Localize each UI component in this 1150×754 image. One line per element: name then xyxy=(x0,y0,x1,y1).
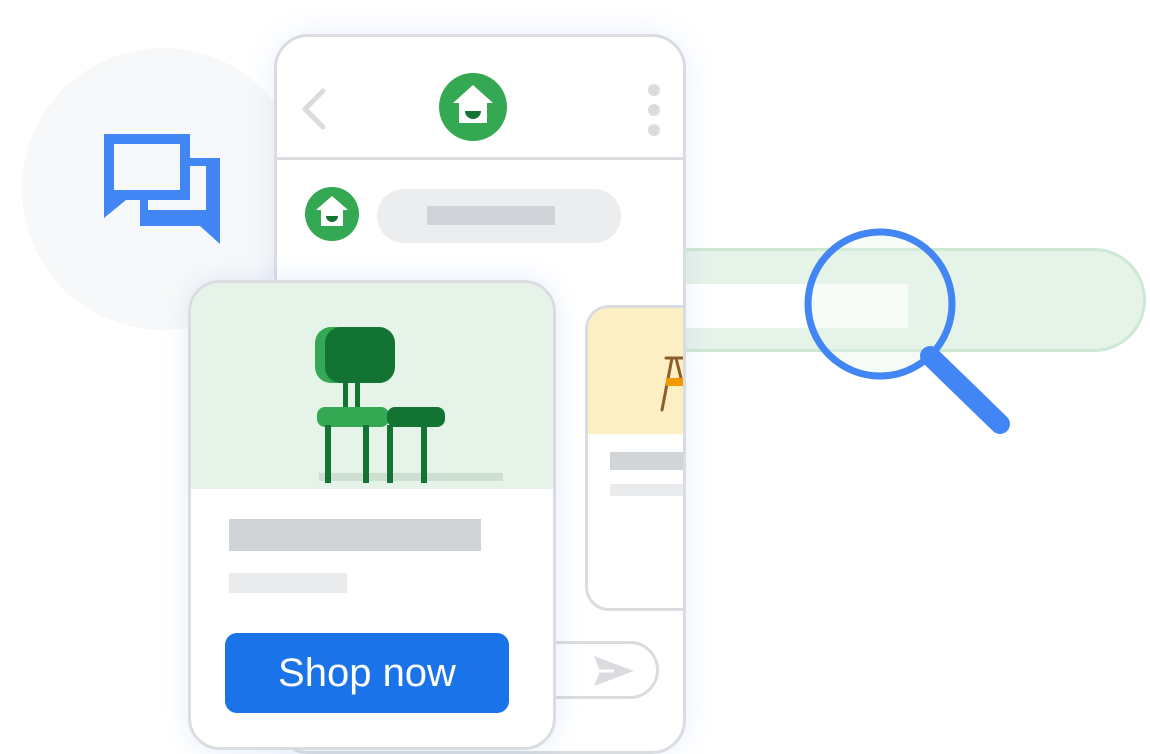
secondary-product-image-area xyxy=(588,308,683,434)
chat-bubbles-icon xyxy=(104,134,220,244)
featured-product-image-area xyxy=(191,283,553,489)
magnifier-icon xyxy=(804,228,1010,434)
featured-product-card[interactable]: Shop now xyxy=(188,280,556,750)
message-text-placeholder xyxy=(427,206,555,225)
send-icon[interactable] xyxy=(592,654,636,688)
message-bubble xyxy=(377,189,621,243)
header-divider xyxy=(277,157,683,160)
featured-product-title-placeholder xyxy=(229,519,481,551)
lamp-illustration xyxy=(660,356,683,412)
more-vert-icon[interactable] xyxy=(647,83,661,137)
chair-illustration xyxy=(315,327,503,483)
secondary-product-card[interactable] xyxy=(585,305,683,611)
shop-now-button[interactable]: Shop now xyxy=(225,633,509,713)
home-store-logo xyxy=(439,73,507,141)
chevron-left-icon[interactable] xyxy=(299,87,329,131)
business-avatar xyxy=(305,187,359,241)
secondary-product-price-placeholder xyxy=(610,484,683,496)
featured-product-price-placeholder xyxy=(229,573,347,593)
secondary-product-title-placeholder xyxy=(610,452,683,470)
